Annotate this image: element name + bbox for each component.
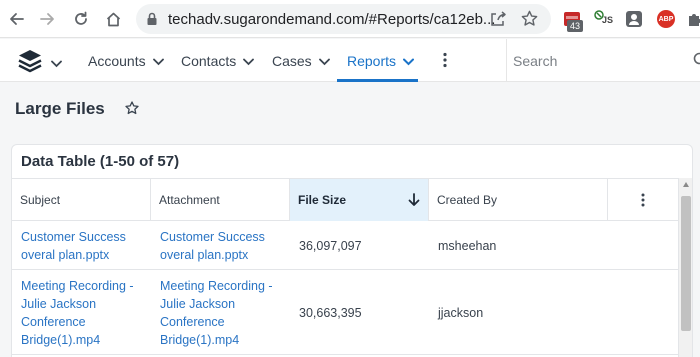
back-icon[interactable] <box>6 8 28 30</box>
extensions-puzzle-icon[interactable] <box>684 8 700 30</box>
home-icon[interactable] <box>102 8 124 30</box>
calendar-extension-icon[interactable]: 43 <box>561 8 584 32</box>
column-header-file-size[interactable]: File Size <box>290 179 429 221</box>
created-by-cell: jjackson <box>438 306 484 320</box>
reload-icon[interactable] <box>70 8 92 30</box>
attachment-link[interactable]: Meeting Recording - Julie Jackson Confer… <box>151 271 290 355</box>
chevron-down-icon <box>318 53 330 69</box>
scroll-up-arrow-icon[interactable] <box>683 182 689 187</box>
favorite-star-icon[interactable] <box>124 100 140 121</box>
scrollbar-thumb[interactable] <box>681 196 691 331</box>
chevron-down-icon[interactable] <box>51 55 62 73</box>
attachment-link[interactable]: Customer Success overal plan.pptx <box>151 221 290 270</box>
profile-extension-icon[interactable] <box>623 8 645 30</box>
column-options-kebab-icon[interactable] <box>608 179 678 221</box>
adblock-label: ABP <box>657 10 675 28</box>
browser-toolbar: techadv.sugarondemand.com/#Reports/ca12e… <box>0 0 700 38</box>
nav-item-accounts[interactable]: Accounts <box>88 39 164 82</box>
adblock-icon[interactable]: ABP <box>655 8 677 30</box>
column-header-label: File Size <box>298 193 347 207</box>
address-bar[interactable]: techadv.sugarondemand.com/#Reports/ca12e… <box>136 4 551 34</box>
nav-item-label: Reports <box>347 52 397 69</box>
js-extension-label: JS <box>602 15 614 25</box>
nav-item-contacts[interactable]: Contacts <box>181 39 255 82</box>
table-row: Customer Success overal plan.pptx Custom… <box>12 221 678 270</box>
chevron-down-icon <box>152 53 164 69</box>
nav-item-reports[interactable]: Reports <box>336 39 419 82</box>
page-title: Large Files <box>15 99 105 118</box>
nav-item-label: Accounts <box>88 52 146 69</box>
chevron-down-icon <box>403 53 415 69</box>
sugar-cube-logo-icon[interactable] <box>17 48 43 79</box>
more-modules-kebab-icon[interactable] <box>437 51 453 74</box>
column-header-attachment[interactable]: Attachment <box>151 179 290 221</box>
lock-icon <box>146 12 158 31</box>
subject-link[interactable]: Meeting Recording - Julie Jackson Confer… <box>12 271 151 355</box>
chevron-down-icon <box>243 53 255 69</box>
column-header-label: Subject <box>20 193 61 207</box>
table-scrollbar[interactable] <box>678 178 692 357</box>
column-header-label: Attachment <box>159 193 220 207</box>
url-text: techadv.sugarondemand.com/#Reports/ca12e… <box>168 11 496 28</box>
share-icon[interactable] <box>489 10 507 33</box>
extension-badge: 43 <box>567 20 584 32</box>
created-by-cell: msheehan <box>438 238 497 253</box>
global-search <box>506 39 700 82</box>
nav-item-label: Cases <box>272 52 312 69</box>
forward-icon[interactable] <box>36 8 58 30</box>
table-header: Subject Attachment File Size Created By <box>12 178 678 221</box>
nav-item-label: Contacts <box>181 52 237 69</box>
bookmark-star-icon[interactable] <box>520 9 539 33</box>
file-size-cell: 36,097,097 <box>299 238 362 253</box>
app-nav-bar: Accounts Contacts Cases Reports <box>0 39 700 82</box>
subject-link[interactable]: Customer Success overal plan.pptx <box>12 221 151 270</box>
file-size-cell: 30,663,395 <box>299 306 362 320</box>
search-input[interactable] <box>513 49 683 73</box>
nav-item-cases[interactable]: Cases <box>272 39 330 82</box>
sort-descending-icon[interactable] <box>408 193 420 210</box>
column-header-created-by[interactable]: Created By <box>429 179 608 221</box>
data-table-card: Data Table (1-50 of 57) Subject Attachme… <box>11 144 693 357</box>
data-table-title: Data Table (1-50 of 57) <box>21 153 180 170</box>
table-row: Meeting Recording - Julie Jackson Confer… <box>12 271 678 355</box>
js-extension-icon[interactable]: JS <box>592 8 614 30</box>
search-icon[interactable] <box>693 52 700 73</box>
column-header-label: Created By <box>437 193 498 207</box>
column-header-subject[interactable]: Subject <box>12 179 151 221</box>
